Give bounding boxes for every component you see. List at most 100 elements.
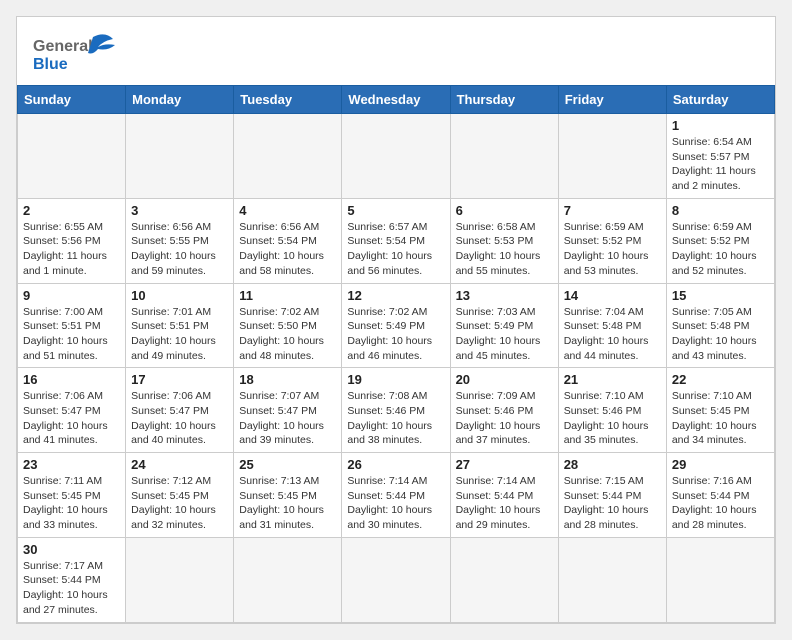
day-info: Sunrise: 7:10 AMSunset: 5:46 PMDaylight:…	[564, 389, 661, 448]
day-number: 15	[672, 288, 769, 303]
logo-svg: General Blue	[33, 29, 123, 77]
day-info: Sunrise: 7:12 AMSunset: 5:45 PMDaylight:…	[131, 474, 228, 533]
calendar-day: 12 Sunrise: 7:02 AMSunset: 5:49 PMDayligh…	[342, 283, 450, 368]
day-info: Sunrise: 7:08 AMSunset: 5:46 PMDaylight:…	[347, 389, 444, 448]
day-info: Sunrise: 7:16 AMSunset: 5:44 PMDaylight:…	[672, 474, 769, 533]
calendar-day: 29Sunrise: 7:16 AMSunset: 5:44 PMDayligh…	[666, 453, 774, 538]
calendar-day: 6 Sunrise: 6:58 AMSunset: 5:53 PMDaylight…	[450, 198, 558, 283]
day-info: Sunrise: 7:02 AMSunset: 5:49 PMDaylight:…	[347, 305, 444, 364]
calendar-day: 1Sunrise: 6:54 AMSunset: 5:57 PMDaylight…	[666, 114, 774, 199]
calendar-day	[558, 537, 666, 622]
day-number: 28	[564, 457, 661, 472]
calendar-header-row: SundayMondayTuesdayWednesdayThursdayFrid…	[18, 86, 775, 114]
day-number: 13	[456, 288, 553, 303]
day-number: 22	[672, 372, 769, 387]
day-header-wednesday: Wednesday	[342, 86, 450, 114]
day-number: 6	[456, 203, 553, 218]
calendar-day: 13 Sunrise: 7:03 AMSunset: 5:49 PMDayligh…	[450, 283, 558, 368]
calendar-day: 22Sunrise: 7:10 AMSunset: 5:45 PMDayligh…	[666, 368, 774, 453]
day-number: 17	[131, 372, 228, 387]
calendar-day: 2 Sunrise: 6:55 AMSunset: 5:56 PMDaylight…	[18, 198, 126, 283]
calendar-day: 17 Sunrise: 7:06 AMSunset: 5:47 PMDayligh…	[126, 368, 234, 453]
day-number: 25	[239, 457, 336, 472]
calendar-day: 10 Sunrise: 7:01 AMSunset: 5:51 PMDayligh…	[126, 283, 234, 368]
day-number: 27	[456, 457, 553, 472]
day-info: Sunrise: 7:04 AMSunset: 5:48 PMDaylight:…	[564, 305, 661, 364]
calendar-day	[342, 114, 450, 199]
day-info: Sunrise: 7:00 AMSunset: 5:51 PMDaylight:…	[23, 305, 120, 364]
calendar-week-5: 23 Sunrise: 7:11 AMSunset: 5:45 PMDayligh…	[18, 453, 775, 538]
day-info: Sunrise: 7:14 AMSunset: 5:44 PMDaylight:…	[347, 474, 444, 533]
calendar-day	[666, 537, 774, 622]
calendar-day: 30 Sunrise: 7:17 AMSunset: 5:44 PMDayligh…	[18, 537, 126, 622]
day-info: Sunrise: 7:01 AMSunset: 5:51 PMDaylight:…	[131, 305, 228, 364]
day-info: Sunrise: 7:06 AMSunset: 5:47 PMDaylight:…	[131, 389, 228, 448]
day-info: Sunrise: 7:14 AMSunset: 5:44 PMDaylight:…	[456, 474, 553, 533]
logo: General Blue	[33, 29, 123, 77]
day-info: Sunrise: 6:59 AMSunset: 5:52 PMDaylight:…	[564, 220, 661, 279]
day-number: 19	[347, 372, 444, 387]
day-info: Sunrise: 6:57 AMSunset: 5:54 PMDaylight:…	[347, 220, 444, 279]
calendar-day: 11 Sunrise: 7:02 AMSunset: 5:50 PMDayligh…	[234, 283, 342, 368]
day-info: Sunrise: 7:02 AMSunset: 5:50 PMDaylight:…	[239, 305, 336, 364]
svg-text:Blue: Blue	[33, 56, 68, 73]
calendar-day: 25 Sunrise: 7:13 AMSunset: 5:45 PMDayligh…	[234, 453, 342, 538]
calendar-day: 3Sunrise: 6:56 AMSunset: 5:55 PMDaylight…	[126, 198, 234, 283]
calendar-day	[342, 537, 450, 622]
day-number: 20	[456, 372, 553, 387]
calendar-week-4: 16Sunrise: 7:06 AMSunset: 5:47 PMDayligh…	[18, 368, 775, 453]
calendar-week-2: 2 Sunrise: 6:55 AMSunset: 5:56 PMDaylight…	[18, 198, 775, 283]
calendar-day: 8 Sunrise: 6:59 AMSunset: 5:52 PMDaylight…	[666, 198, 774, 283]
calendar-day: 21 Sunrise: 7:10 AMSunset: 5:46 PMDayligh…	[558, 368, 666, 453]
day-header-friday: Friday	[558, 86, 666, 114]
day-info: Sunrise: 6:54 AMSunset: 5:57 PMDaylight:…	[672, 135, 769, 194]
day-number: 21	[564, 372, 661, 387]
day-info: Sunrise: 6:56 AMSunset: 5:55 PMDaylight:…	[131, 220, 228, 279]
day-header-saturday: Saturday	[666, 86, 774, 114]
day-header-sunday: Sunday	[18, 86, 126, 114]
calendar-day: 18Sunrise: 7:07 AMSunset: 5:47 PMDayligh…	[234, 368, 342, 453]
calendar-day: 16Sunrise: 7:06 AMSunset: 5:47 PMDayligh…	[18, 368, 126, 453]
calendar-week-6: 30 Sunrise: 7:17 AMSunset: 5:44 PMDayligh…	[18, 537, 775, 622]
calendar-day	[18, 114, 126, 199]
day-info: Sunrise: 7:11 AMSunset: 5:45 PMDaylight:…	[23, 474, 120, 533]
day-info: Sunrise: 6:58 AMSunset: 5:53 PMDaylight:…	[456, 220, 553, 279]
day-info: Sunrise: 6:55 AMSunset: 5:56 PMDaylight:…	[23, 220, 120, 279]
calendar-day: 9 Sunrise: 7:00 AMSunset: 5:51 PMDaylight…	[18, 283, 126, 368]
day-number: 23	[23, 457, 120, 472]
day-number: 7	[564, 203, 661, 218]
calendar-day	[450, 114, 558, 199]
calendar-day: 14 Sunrise: 7:04 AMSunset: 5:48 PMDayligh…	[558, 283, 666, 368]
day-header-tuesday: Tuesday	[234, 86, 342, 114]
day-number: 14	[564, 288, 661, 303]
day-info: Sunrise: 7:05 AMSunset: 5:48 PMDaylight:…	[672, 305, 769, 364]
day-info: Sunrise: 7:13 AMSunset: 5:45 PMDaylight:…	[239, 474, 336, 533]
calendar-day: 20Sunrise: 7:09 AMSunset: 5:46 PMDayligh…	[450, 368, 558, 453]
day-number: 8	[672, 203, 769, 218]
day-info: Sunrise: 7:17 AMSunset: 5:44 PMDaylight:…	[23, 559, 120, 618]
calendar-day	[450, 537, 558, 622]
day-number: 12	[347, 288, 444, 303]
day-info: Sunrise: 6:59 AMSunset: 5:52 PMDaylight:…	[672, 220, 769, 279]
calendar-day	[126, 537, 234, 622]
day-header-thursday: Thursday	[450, 86, 558, 114]
day-number: 30	[23, 542, 120, 557]
day-number: 2	[23, 203, 120, 218]
calendar-page: General Blue SundayMondayTuesdayWednesda…	[16, 16, 776, 624]
header: General Blue	[17, 17, 775, 85]
calendar-week-3: 9 Sunrise: 7:00 AMSunset: 5:51 PMDaylight…	[18, 283, 775, 368]
calendar-day: 5Sunrise: 6:57 AMSunset: 5:54 PMDaylight…	[342, 198, 450, 283]
day-header-monday: Monday	[126, 86, 234, 114]
calendar-day: 24Sunrise: 7:12 AMSunset: 5:45 PMDayligh…	[126, 453, 234, 538]
calendar-day: 23 Sunrise: 7:11 AMSunset: 5:45 PMDayligh…	[18, 453, 126, 538]
calendar-day: 26Sunrise: 7:14 AMSunset: 5:44 PMDayligh…	[342, 453, 450, 538]
day-info: Sunrise: 7:15 AMSunset: 5:44 PMDaylight:…	[564, 474, 661, 533]
day-number: 10	[131, 288, 228, 303]
day-number: 11	[239, 288, 336, 303]
day-number: 9	[23, 288, 120, 303]
day-info: Sunrise: 7:07 AMSunset: 5:47 PMDaylight:…	[239, 389, 336, 448]
calendar-day	[234, 114, 342, 199]
calendar-day: 19 Sunrise: 7:08 AMSunset: 5:46 PMDayligh…	[342, 368, 450, 453]
calendar-week-1: 1Sunrise: 6:54 AMSunset: 5:57 PMDaylight…	[18, 114, 775, 199]
day-info: Sunrise: 7:03 AMSunset: 5:49 PMDaylight:…	[456, 305, 553, 364]
